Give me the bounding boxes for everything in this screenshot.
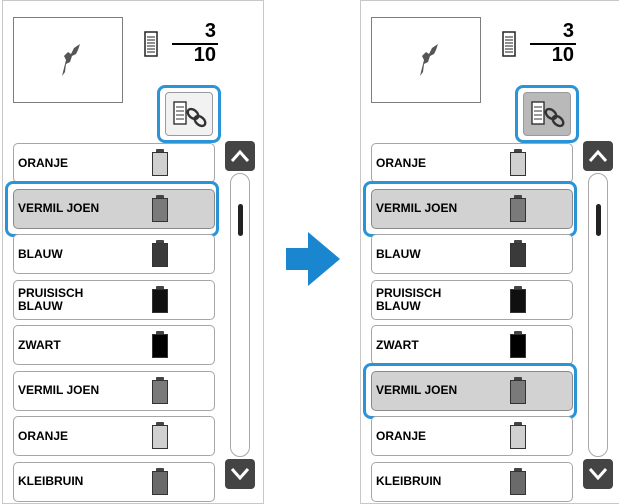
chevron-down-icon [230,468,250,481]
thread-list: ORANJE VERMIL JOEN BLAUW PRUISISCH BLAUW ZWA… [3,137,225,502]
embroidery-preview [13,17,123,103]
thread-color-name: PRUISISCH BLAUW [376,285,442,313]
thread-spool-icon [502,31,516,57]
thread-color-name: BLAUW [18,246,63,261]
thread-list-item[interactable]: VERMIL JOEN [371,370,573,411]
thread-spool-swatch [510,285,526,313]
thread-list: ORANJE VERMIL JOEN BLAUW PRUISISCH BLAUW ZWA… [361,137,583,502]
thread-color-panel-before: 3 10 ORANJE VERMIL JOEN BLAUW PRUISISCH BLA… [2,0,264,504]
thread-list-item[interactable]: ORANJE [13,416,215,456]
thread-spool-swatch [152,194,168,222]
thread-color-name: ORANJE [18,428,69,443]
thread-list-item[interactable]: ORANJE [371,416,573,456]
scroll-up-button[interactable] [583,141,613,171]
scroll-track[interactable] [588,173,608,457]
thread-spool-icon [144,31,158,57]
thread-color-name: BLAUW [376,246,421,261]
thread-color-name: ZWART [376,337,419,352]
thread-list-item[interactable]: BLAUW [13,234,215,274]
scroll-down-button[interactable] [225,459,255,489]
scroll-up-button[interactable] [225,141,255,171]
thread-spool-swatch [152,422,168,449]
scroll-thumb[interactable] [238,204,243,236]
scrollbar[interactable] [583,141,615,489]
thread-list-item[interactable]: ZWART [13,325,215,365]
embroidery-shape-icon [420,44,438,76]
thread-spool-swatch [152,331,168,358]
thread-list-item[interactable]: VERMIL JOEN [13,370,215,411]
thread-list-item[interactable]: KLEIBRUIN [371,461,573,502]
scroll-track[interactable] [230,173,250,457]
chevron-up-icon [588,149,608,162]
thread-spool-swatch [152,376,168,404]
thread-color-name: ORANJE [376,155,427,170]
arrow-right-icon [286,232,340,286]
thread-link-button-face [165,92,213,136]
thread-spool-swatch [510,467,526,495]
thread-color-name: KLEIBRUIN [376,474,442,488]
thread-list-item[interactable]: ZWART [371,325,573,365]
thread-color-name: PRUISISCH BLAUW [18,285,84,313]
thread-color-name: ZWART [18,337,61,352]
scroll-thumb[interactable] [596,204,601,236]
counter-total: 10 [193,44,216,66]
thread-spool-swatch [510,331,526,358]
chevron-up-icon [230,149,250,162]
thread-color-panel-after: 3 10 ORANJE VERMIL JOEN BLAUW PRUISISCH BLA… [360,0,619,504]
thread-link-button[interactable] [157,85,221,143]
color-counter: 3 10 [502,19,582,71]
thread-color-name: KLEIBRUIN [18,474,84,488]
thread-list-item[interactable]: BLAUW [371,234,573,274]
counter-total: 10 [551,44,574,66]
thread-spool-swatch [152,149,168,176]
thread-spool-swatch [510,194,526,222]
thread-list-item[interactable]: PRUISISCH BLAUW [13,279,215,320]
thread-spool-swatch [510,240,526,267]
thread-link-icon [173,101,207,128]
counter-current: 3 [204,20,216,42]
thread-spool-swatch [152,240,168,267]
scrollbar[interactable] [225,141,257,489]
scroll-down-button[interactable] [583,459,613,489]
thread-spool-swatch [152,285,168,313]
thread-list-item[interactable]: ORANJE [371,143,573,183]
thread-list-item[interactable]: VERMIL JOEN [13,188,215,229]
thread-spool-swatch [510,376,526,404]
thread-list-item[interactable]: KLEIBRUIN [13,461,215,502]
thread-color-name: VERMIL JOEN [18,383,100,397]
thread-color-name: ORANJE [18,155,69,170]
thread-color-name: VERMIL JOEN [376,383,458,397]
thread-color-name: VERMIL JOEN [376,201,458,215]
thread-link-button[interactable] [515,85,579,143]
thread-spool-swatch [152,467,168,495]
thread-link-button-face [523,92,571,136]
thread-link-icon [531,101,565,128]
thread-spool-swatch [510,422,526,449]
thread-spool-swatch [510,149,526,176]
chevron-down-icon [588,468,608,481]
counter-current: 3 [562,20,574,42]
thread-list-item[interactable]: VERMIL JOEN [371,188,573,229]
embroidery-shape-icon [62,44,80,76]
embroidery-preview [371,17,481,103]
thread-color-name: ORANJE [376,428,427,443]
thread-list-item[interactable]: ORANJE [13,143,215,183]
color-counter: 3 10 [144,19,224,71]
thread-list-item[interactable]: PRUISISCH BLAUW [371,279,573,320]
thread-color-name: VERMIL JOEN [18,201,100,215]
